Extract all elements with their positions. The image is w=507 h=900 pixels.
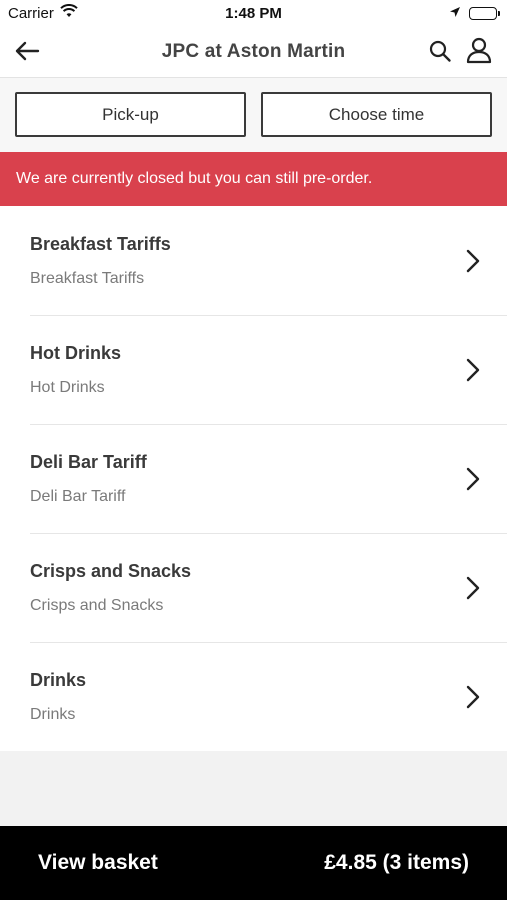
chevron-right-icon — [466, 685, 480, 709]
chevron-right-icon — [466, 576, 480, 600]
closed-banner: We are currently closed but you can stil… — [0, 152, 507, 206]
pickup-button[interactable]: Pick-up — [15, 92, 246, 137]
order-options: Pick-up Choose time — [0, 78, 507, 152]
category-subtitle: Deli Bar Tariff — [30, 488, 126, 505]
category-subtitle: Drinks — [30, 706, 76, 723]
back-arrow-icon[interactable] — [12, 36, 42, 66]
carrier-label: Carrier — [8, 4, 54, 22]
category-item-breakfast-tariffs[interactable]: Breakfast Tariffs Breakfast Tariffs — [0, 206, 507, 315]
category-title: Crisps and Snacks — [30, 561, 192, 581]
screen: Carrier 1:48 PM JPC at Aston Martin Pick… — [0, 0, 507, 900]
category-title: Breakfast Tariffs — [30, 234, 171, 254]
category-item-crisps-and-snacks[interactable]: Crisps and Snacks Crisps and Snacks — [0, 533, 507, 642]
battery-icon — [469, 6, 500, 20]
user-icon[interactable] — [463, 34, 495, 66]
category-item-hot-drinks[interactable]: Hot Drinks Hot Drinks — [0, 315, 507, 424]
category-title: Hot Drinks — [30, 343, 122, 363]
category-item-drinks[interactable]: Drinks Drinks — [0, 642, 507, 751]
status-left: Carrier — [8, 4, 78, 22]
view-basket-bar[interactable]: View basket £4.85 (3 items) — [0, 826, 507, 900]
choose-time-button[interactable]: Choose time — [261, 92, 492, 137]
category-subtitle: Breakfast Tariffs — [30, 270, 145, 287]
chevron-right-icon — [466, 249, 480, 273]
search-icon[interactable] — [425, 36, 455, 66]
category-item-deli-bar-tariff[interactable]: Deli Bar Tariff Deli Bar Tariff — [0, 424, 507, 533]
page-title: JPC at Aston Martin — [161, 40, 346, 62]
status-bar: Carrier 1:48 PM — [0, 0, 507, 26]
category-subtitle: Hot Drinks — [30, 379, 105, 396]
basket-summary: £4.85 (3 items) — [324, 851, 469, 874]
category-title: Drinks — [30, 670, 87, 690]
chevron-right-icon — [466, 358, 480, 382]
wifi-icon — [60, 4, 78, 22]
closed-banner-text: We are currently closed but you can stil… — [16, 170, 373, 187]
status-right — [449, 5, 500, 22]
location-arrow-icon — [449, 5, 461, 22]
category-list: Breakfast Tariffs Breakfast Tariffs Hot … — [0, 206, 507, 751]
category-subtitle: Crisps and Snacks — [30, 597, 164, 614]
category-title: Deli Bar Tariff — [30, 452, 147, 472]
nav-bar: JPC at Aston Martin — [0, 26, 507, 78]
view-basket-label: View basket — [38, 851, 158, 874]
chevron-right-icon — [466, 467, 480, 491]
